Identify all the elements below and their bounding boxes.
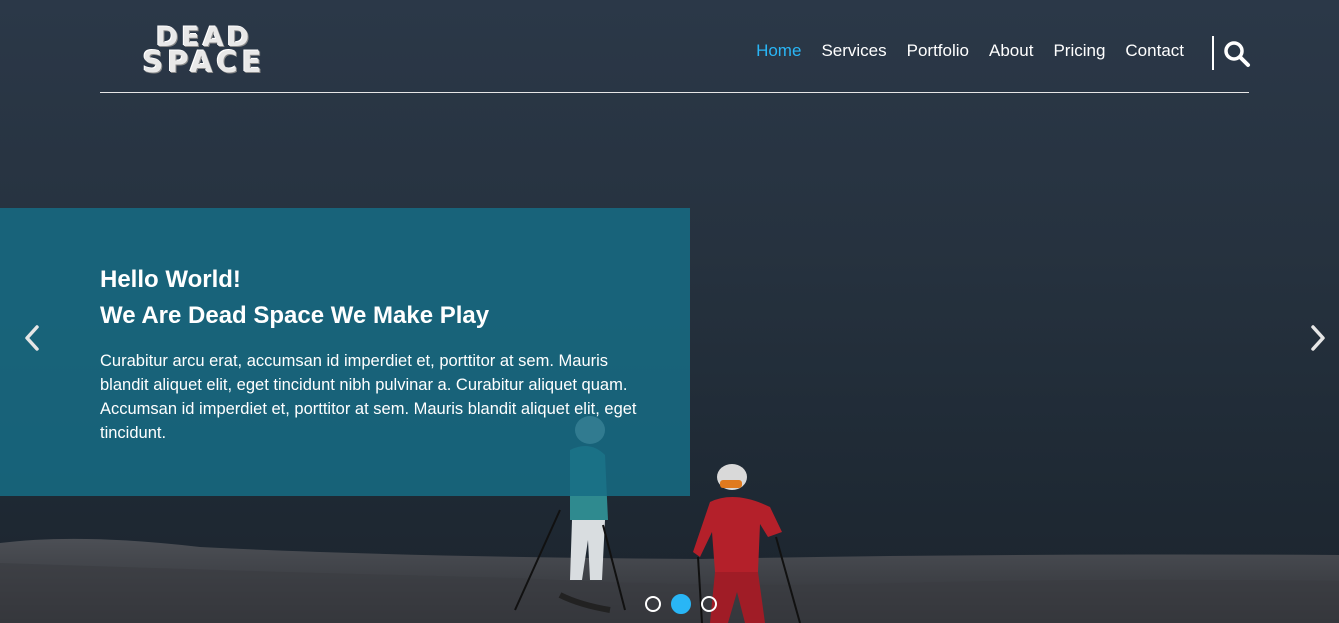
slide-title: Hello World! We Are Dead Space We Make P… xyxy=(100,262,489,334)
main-nav: Home Services Portfolio About Pricing Co… xyxy=(756,41,1184,61)
nav-item-pricing[interactable]: Pricing xyxy=(1053,41,1105,61)
slide-title-line-2: We Are Dead Space We Make Play xyxy=(100,302,490,329)
prev-slide-button[interactable] xyxy=(16,321,50,355)
search-icon xyxy=(1224,41,1250,67)
slide-title-line-1: Hello World! xyxy=(100,266,241,293)
nav-divider xyxy=(1212,36,1214,70)
nav-item-about[interactable]: About xyxy=(989,41,1033,61)
slide-body: Curabitur arcu erat, accumsan id imperdi… xyxy=(100,352,637,442)
hero-slider: DEAD SPACE Home Services Portfolio About… xyxy=(0,0,1339,623)
carousel-dot-3[interactable] xyxy=(701,596,717,612)
nav-item-contact[interactable]: Contact xyxy=(1125,41,1184,61)
header-divider xyxy=(100,92,1249,93)
slide-caption: Hello World! We Are Dead Space We Make P… xyxy=(0,208,690,496)
carousel-indicators xyxy=(645,594,717,614)
logo-line-2: SPACE xyxy=(142,45,266,79)
nav-item-portfolio[interactable]: Portfolio xyxy=(907,41,969,61)
logo[interactable]: DEAD SPACE xyxy=(128,24,280,79)
carousel-dot-1[interactable] xyxy=(645,596,661,612)
nav-item-home[interactable]: Home xyxy=(756,41,801,61)
search-button[interactable] xyxy=(1223,40,1251,68)
carousel-dot-2[interactable] xyxy=(671,594,691,614)
nav-item-services[interactable]: Services xyxy=(821,41,886,61)
chevron-right-icon xyxy=(1311,325,1325,351)
chevron-left-icon xyxy=(25,325,39,351)
next-slide-button[interactable] xyxy=(1300,321,1334,355)
